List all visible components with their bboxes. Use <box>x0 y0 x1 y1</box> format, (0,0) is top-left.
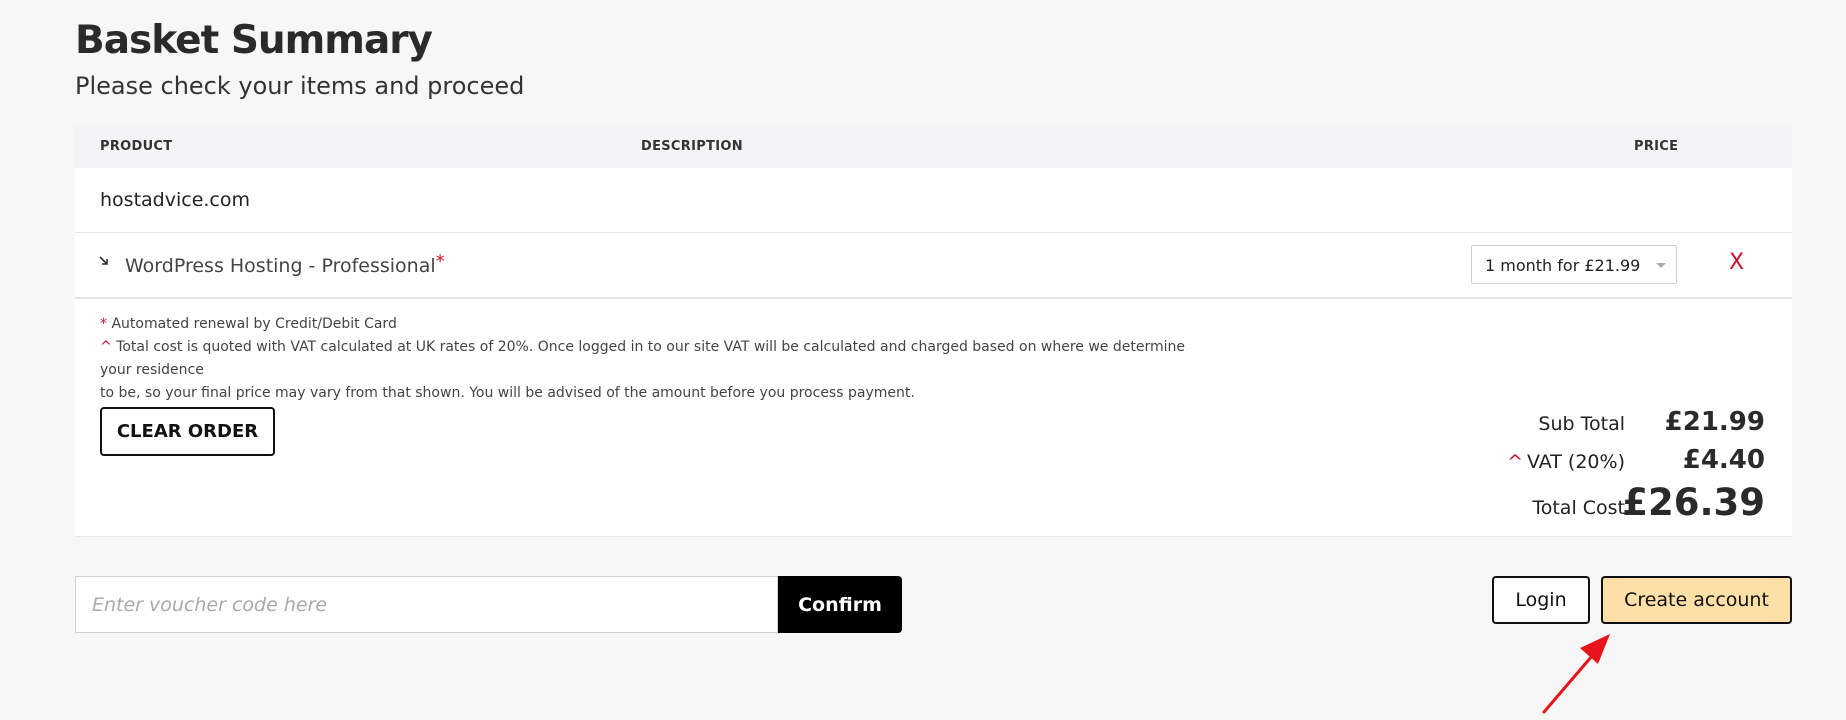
required-mark: * <box>435 251 445 272</box>
chevron-down-icon <box>1656 263 1666 268</box>
column-header-description: DESCRIPTION <box>641 139 743 154</box>
subtotal-row: Sub Total £21.99 <box>1405 405 1765 445</box>
annotation-arrow-icon <box>1542 634 1610 714</box>
page-title: Basket Summary <box>75 18 433 63</box>
collapse-arrow-icon[interactable] <box>99 255 113 269</box>
renewal-note: Automated renewal by Credit/Debit Card <box>111 316 397 332</box>
billing-term-value: 1 month for £21.99 <box>1485 256 1641 275</box>
login-button[interactable]: Login <box>1492 576 1590 624</box>
subtotal-label: Sub Total <box>1538 413 1625 435</box>
create-account-button[interactable]: Create account <box>1601 576 1792 624</box>
basket-table: PRODUCT DESCRIPTION PRICE hostadvice.com… <box>75 125 1792 537</box>
column-header-price: PRICE <box>1634 139 1679 154</box>
remove-item-button[interactable]: X <box>1729 250 1744 275</box>
total-row: Total Cost £26.39 <box>1405 481 1765 524</box>
vat-note: Total cost is quoted with VAT calculated… <box>100 339 1185 378</box>
table-header: PRODUCT DESCRIPTION PRICE <box>75 125 1792 168</box>
product-name: WordPress Hosting - Professional* <box>125 251 445 277</box>
product-row: WordPress Hosting - Professional* 1 mont… <box>75 233 1792 299</box>
total-value: £26.39 <box>1622 481 1765 524</box>
subtotal-value: £21.99 <box>1664 407 1765 437</box>
basket-notes: * Automated renewal by Credit/Debit Card… <box>100 316 1185 401</box>
total-label: Total Cost <box>1532 497 1625 519</box>
clear-order-button[interactable]: CLEAR ORDER <box>100 407 275 456</box>
confirm-voucher-button[interactable]: Confirm <box>778 576 902 633</box>
vat-row: ^ VAT (20%) £4.40 <box>1405 443 1765 483</box>
voucher-input[interactable] <box>75 576 778 633</box>
vat-value: £4.40 <box>1682 445 1765 475</box>
billing-term-select[interactable]: 1 month for £21.99 <box>1471 245 1677 284</box>
vat-note-cont: to be, so your final price may vary from… <box>100 385 915 401</box>
page-subtitle: Please check your items and proceed <box>75 72 525 100</box>
domain-name: hostadvice.com <box>100 189 250 211</box>
column-header-product: PRODUCT <box>100 139 173 154</box>
vat-label: ^ VAT (20%) <box>1507 451 1625 473</box>
domain-row: hostadvice.com <box>75 168 1792 233</box>
